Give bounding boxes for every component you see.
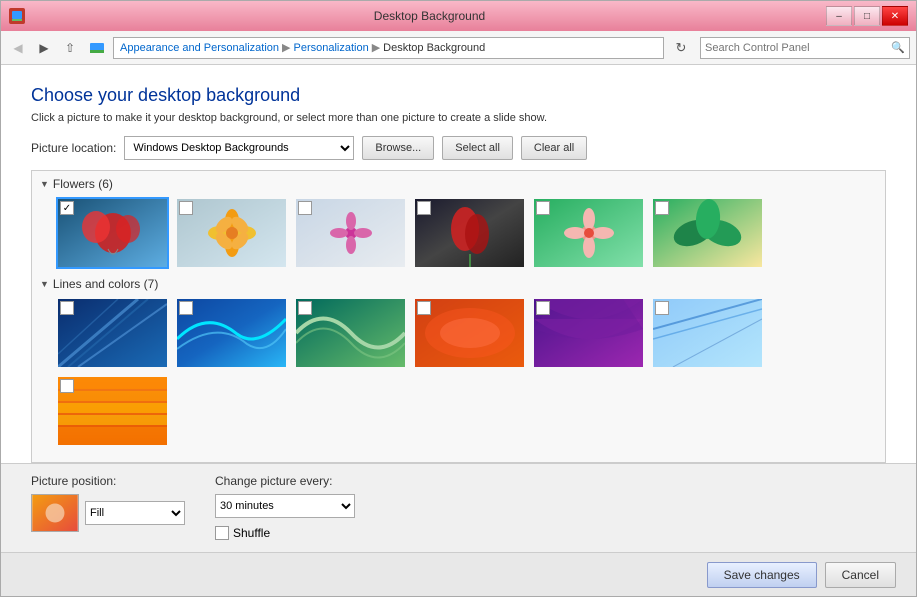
thumb-l5[interactable] [532,297,645,369]
thumb-l7-checkbox[interactable] [60,379,74,393]
shuffle-checkbox[interactable] [215,526,229,540]
thumb-f1[interactable]: ✓ [56,197,169,269]
position-select[interactable]: Fill Fit Stretch Tile Center [85,501,185,525]
thumb-f4[interactable] [413,197,526,269]
window-icon [9,8,25,24]
select-all-button[interactable]: Select all [442,136,513,160]
minimize-button[interactable]: – [826,6,852,26]
forward-button[interactable]: ▶ [33,37,55,59]
title-bar: Desktop Background – □ ✕ [1,1,916,31]
thumb-f4-checkbox[interactable] [417,201,431,215]
picture-location-label: Picture location: [31,141,116,155]
thumb-f5[interactable] [532,197,645,269]
change-picture-label: Change picture every: [215,474,355,488]
thumb-f2-checkbox[interactable] [179,201,193,215]
change-picture-group: Change picture every: 1 minute 10 minute… [215,474,355,540]
thumb-l2-checkbox[interactable] [179,301,193,315]
browse-button[interactable]: Browse... [362,136,434,160]
shuffle-label: Shuffle [233,526,270,540]
lines-arrow: ▼ [40,279,49,289]
thumb-l1[interactable] [56,297,169,369]
thumb-l4[interactable] [413,297,526,369]
lines-section-header[interactable]: ▼ Lines and colors (7) [40,277,877,291]
clear-button[interactable]: Clear all [521,136,587,160]
location-select[interactable]: Windows Desktop Backgrounds Solid Colors… [124,136,354,160]
cancel-button[interactable]: Cancel [825,562,896,588]
breadcrumb-sep-2: ▶ [372,41,380,54]
nav-bar: ◀ ▶ ⇧ Appearance and Personalization ▶ P… [1,31,916,65]
breadcrumb-personalization[interactable]: Personalization [293,42,368,54]
picture-position-group: Picture position: Fill Fit Stretch [31,474,185,532]
preview-thumbnail [31,494,79,532]
search-icon[interactable]: 🔍 [891,41,905,54]
bottom-options: Picture position: Fill Fit Stretch [1,463,916,552]
thumb-f2[interactable] [175,197,288,269]
thumb-l6[interactable] [651,297,764,369]
thumb-f1-checkbox[interactable]: ✓ [60,201,74,215]
main-content: Choose your desktop background Click a p… [1,65,916,463]
thumb-l7[interactable] [56,375,169,447]
lines-grid [40,297,877,447]
thumb-l6-checkbox[interactable] [655,301,669,315]
page-subtitle: Click a picture to make it your desktop … [31,112,886,124]
breadcrumb-sep-1: ▶ [282,41,290,54]
thumb-l3[interactable] [294,297,407,369]
refresh-button[interactable]: ↻ [670,37,692,59]
window-controls: – □ ✕ [826,6,908,26]
flowers-grid: ✓ [40,197,877,269]
thumb-f5-checkbox[interactable] [536,201,550,215]
thumb-l1-checkbox[interactable] [60,301,74,315]
breadcrumb-current: Desktop Background [383,42,485,54]
window-title: Desktop Background [33,9,826,23]
picture-position-row: Fill Fit Stretch Tile Center [31,494,185,532]
nav-icon [87,38,107,58]
search-input[interactable] [705,42,891,54]
close-button[interactable]: ✕ [882,6,908,26]
footer: Save changes Cancel [1,552,916,596]
picture-location-row: Picture location: Windows Desktop Backgr… [31,136,886,160]
search-bar: 🔍 [700,37,910,59]
desktop-window: Desktop Background – □ ✕ ◀ ▶ ⇧ Appearanc… [0,0,917,597]
maximize-button[interactable]: □ [854,6,880,26]
lines-section-label: Lines and colors (7) [53,277,158,291]
page-title: Choose your desktop background [31,85,886,106]
thumb-l3-checkbox[interactable] [298,301,312,315]
flowers-arrow: ▼ [40,179,49,189]
gallery-container[interactable]: ▼ Flowers (6) [31,170,886,463]
shuffle-row: Shuffle [215,526,355,540]
thumb-l2[interactable] [175,297,288,369]
gallery-section-flowers: ▼ Flowers (6) [40,177,877,269]
flowers-section-label: Flowers (6) [53,177,113,191]
change-picture-select[interactable]: 1 minute 10 minutes 30 minutes 1 hour 6 … [215,494,355,518]
up-button[interactable]: ⇧ [59,37,81,59]
thumb-l4-checkbox[interactable] [417,301,431,315]
flowers-section-header[interactable]: ▼ Flowers (6) [40,177,877,191]
back-button[interactable]: ◀ [7,37,29,59]
thumb-f3-checkbox[interactable] [298,201,312,215]
thumb-f6-checkbox[interactable] [655,201,669,215]
breadcrumb: Appearance and Personalization ▶ Persona… [113,37,664,59]
thumb-f3[interactable] [294,197,407,269]
thumb-f6[interactable] [651,197,764,269]
breadcrumb-appearance[interactable]: Appearance and Personalization [120,42,279,54]
gallery-section-lines: ▼ Lines and colors (7) [40,277,877,447]
picture-position-label: Picture position: [31,474,185,488]
save-changes-button[interactable]: Save changes [707,562,817,588]
thumb-l5-checkbox[interactable] [536,301,550,315]
